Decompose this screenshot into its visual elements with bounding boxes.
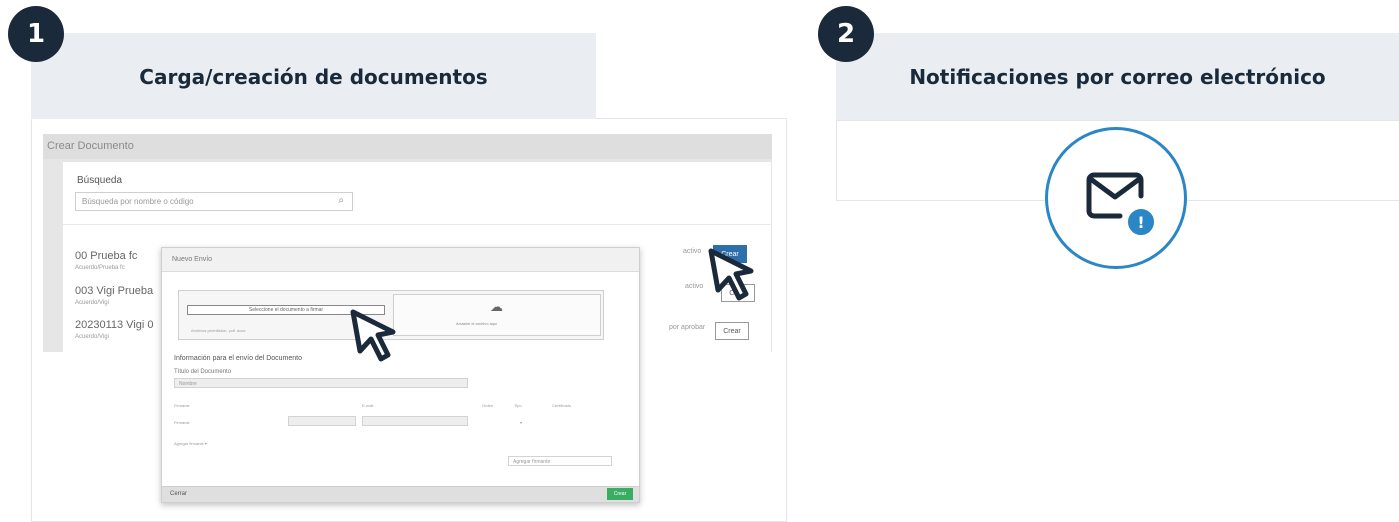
doc-title-input[interactable]: Nombre <box>174 378 468 388</box>
email-notification-badge: ! <box>1045 127 1187 269</box>
mouse-cursor-icon <box>708 248 754 301</box>
send-info-heading: Información para el envío del Documento <box>174 355 303 362</box>
add-signer-button[interactable]: Agregar firmante <box>508 456 612 466</box>
step-2-title: Notificaciones por correo electrónico <box>909 64 1326 89</box>
window-title: Crear Documento <box>43 134 772 159</box>
step-1-title: Carga/creación de documentos <box>139 65 488 89</box>
search-input[interactable]: Búsqueda por nombre o código ⌕ <box>75 192 353 211</box>
search-label: Búsqueda <box>77 175 123 186</box>
col-header-signer: Firmante <box>174 403 190 408</box>
cloud-upload-icon: ☁ <box>490 299 503 314</box>
signer-email-input[interactable] <box>362 416 468 426</box>
modal-title: Nuevo Envío <box>162 248 639 272</box>
signer-type-select[interactable]: ▾ <box>520 420 522 425</box>
row-state: activo <box>683 248 702 255</box>
drop-area[interactable]: ☁ Arrastre el archivo aquí <box>393 294 601 336</box>
select-note: Archivos permitidos: .pdf .docx <box>191 328 246 333</box>
step-2-badge: 2 <box>818 6 874 62</box>
document-name: 003 Vigi Prueba <box>75 285 154 297</box>
add-signer-link[interactable]: Agregar firmante ▾ <box>174 441 207 446</box>
search-placeholder: Búsqueda por nombre o código <box>82 197 194 206</box>
step-1-header: Carga/creación de documentos <box>31 33 596 119</box>
doc-title-label: Título del Documento <box>174 369 232 375</box>
document-meta: Acuerdo/Prueba fc <box>75 265 125 271</box>
modal-footer: Cerrar Crear <box>162 486 639 502</box>
col-header-type: Tipo <box>514 403 522 408</box>
confirm-create-button[interactable]: Crear <box>607 488 633 500</box>
panel-divider <box>63 224 771 225</box>
document-item[interactable]: 00 Prueba fc Acuerdo/Prueba fc <box>75 250 137 274</box>
document-item[interactable]: 003 Vigi Prueba Acuerdo/Vigi <box>75 285 153 309</box>
document-name: 00 Prueba fc <box>75 250 138 262</box>
col-header-order: Orden <box>482 403 494 408</box>
document-meta: Acuerdo/Vigi <box>75 334 109 340</box>
instruction-canvas: Carga/creación de documentos 1 Crear Doc… <box>0 0 1399 522</box>
row-signer-label: Firmante <box>174 420 190 425</box>
document-name: 20230113 Vigi 0 <box>75 319 154 331</box>
document-meta: Acuerdo/Vigi <box>75 300 109 306</box>
new-shipment-modal: Nuevo Envío Seleccione el documento a fi… <box>161 247 640 503</box>
col-header-email: E-mail <box>362 403 374 408</box>
row-state: por aprobar <box>669 324 706 331</box>
row-state: activo <box>685 283 704 290</box>
search-icon[interactable]: ⌕ <box>338 195 344 206</box>
step-2-header: Notificaciones por correo electrónico <box>836 33 1399 120</box>
col-header-certificate: Certificado <box>552 403 572 408</box>
alert-icon: ! <box>1125 206 1157 238</box>
close-button[interactable]: Cerrar <box>170 491 187 497</box>
step-1-badge: 1 <box>8 6 64 62</box>
document-item[interactable]: 20230113 Vigi 0 Acuerdo/Vigi <box>75 319 154 343</box>
create-button[interactable]: Crear <box>715 322 749 340</box>
mouse-cursor-icon <box>350 309 396 362</box>
drop-text: Arrastre el archivo aquí <box>456 321 498 326</box>
signer-name-input[interactable] <box>288 416 356 426</box>
